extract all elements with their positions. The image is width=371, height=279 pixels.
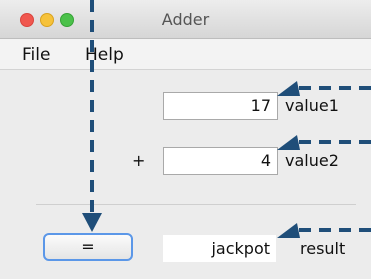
window-titlebar: Adder xyxy=(0,0,371,39)
plus-operator: + xyxy=(132,151,146,170)
separator xyxy=(36,204,356,205)
arrow-to-value2 xyxy=(277,135,371,150)
arrow-to-result xyxy=(277,223,371,238)
menu-bar: File Help xyxy=(0,39,371,70)
window-title: Adder xyxy=(161,10,210,29)
value1-input[interactable]: 17 xyxy=(163,92,278,120)
result-output: jackpot xyxy=(163,235,276,262)
arrow-to-value1 xyxy=(277,81,371,96)
value2-label: value2 xyxy=(285,151,339,170)
equals-button[interactable]: = xyxy=(43,233,133,261)
value1-label: value1 xyxy=(285,96,339,115)
result-label: result xyxy=(300,239,346,258)
menu-file[interactable]: File xyxy=(22,45,50,65)
menu-help[interactable]: Help xyxy=(85,45,124,65)
value2-input[interactable]: 4 xyxy=(163,147,278,175)
